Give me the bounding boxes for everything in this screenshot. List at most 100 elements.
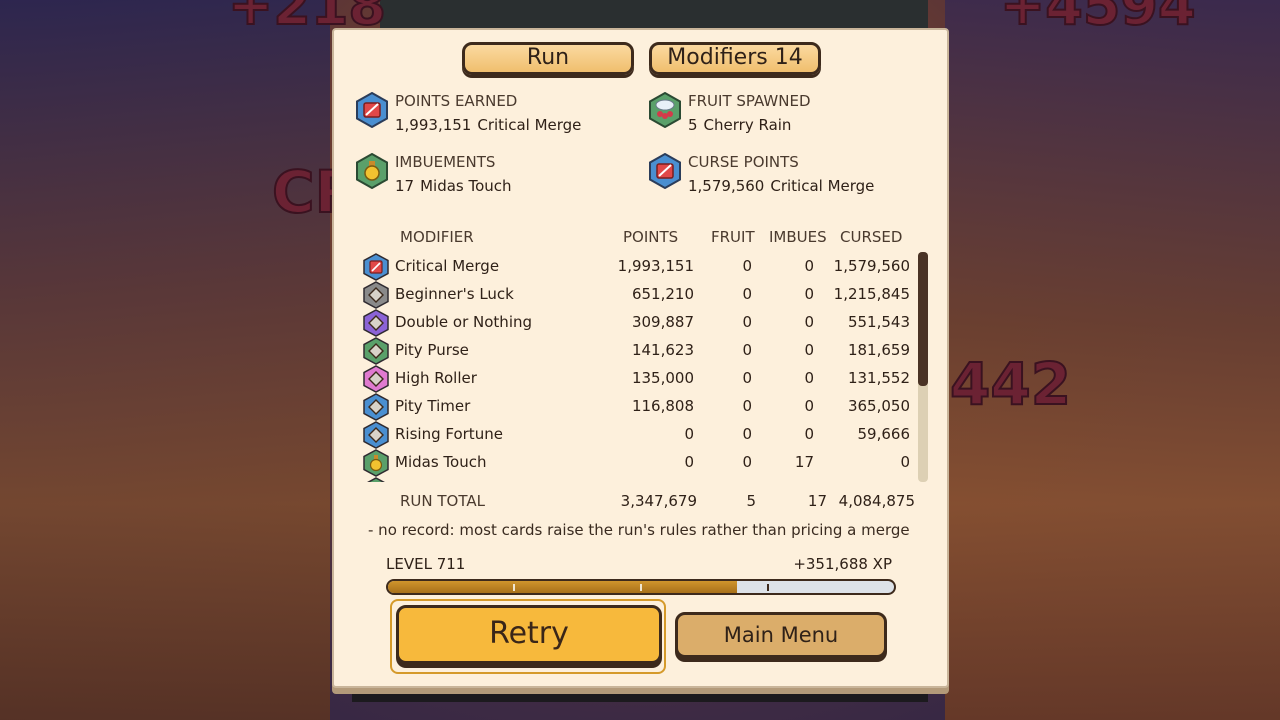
diamond-icon bbox=[363, 309, 389, 337]
modifier-cursed: 181,659 bbox=[847, 341, 910, 359]
modifier-imbues: 0 bbox=[804, 425, 814, 443]
modifier-name: High Roller bbox=[395, 369, 477, 387]
diamond-icon bbox=[363, 421, 389, 449]
modifier-fruit: 0 bbox=[742, 313, 752, 331]
diamond-icon bbox=[363, 281, 389, 309]
stat-value: 1,993,151 Critical Merge bbox=[395, 116, 582, 134]
modifier-points: 141,623 bbox=[631, 341, 694, 359]
modifier-name: Rising Fortune bbox=[395, 425, 503, 443]
retry-focus-ring: Retry bbox=[390, 599, 666, 674]
modifier-imbues: 0 bbox=[804, 397, 814, 415]
modifier-name: Double or Nothing bbox=[395, 313, 533, 331]
background-label-right: 442 bbox=[949, 349, 1072, 419]
table-row bbox=[358, 474, 918, 482]
modifier-imbues: 0 bbox=[804, 257, 814, 275]
modifier-name: Midas Touch bbox=[395, 453, 487, 471]
table-row: Pity Purse 141,623 0 0 181,659 bbox=[358, 334, 918, 365]
modifier-imbues: 0 bbox=[804, 341, 814, 359]
stat-label: IMBUEMENTS bbox=[395, 153, 496, 171]
table-row: Beginner's Luck 651,210 0 0 1,215,845 bbox=[358, 278, 918, 309]
modifier-fruit: 0 bbox=[742, 341, 752, 359]
run-total-fruit: 5 bbox=[746, 492, 756, 510]
tab-modifiers[interactable]: Modifiers 14 bbox=[649, 42, 821, 75]
xp-progress-fill bbox=[388, 581, 738, 593]
stat-value: 17 Midas Touch bbox=[395, 177, 512, 195]
record-note: - no record: most cards raise the run's … bbox=[368, 521, 910, 539]
modifier-points: 116,808 bbox=[631, 397, 694, 415]
run-total-imbues: 17 bbox=[807, 492, 827, 510]
level-label: LEVEL 711 bbox=[386, 555, 466, 573]
stat-value: 1,579,560 Critical Merge bbox=[688, 177, 875, 195]
modifier-fruit: 0 bbox=[742, 397, 752, 415]
modifier-imbues: 0 bbox=[804, 369, 814, 387]
modifier-cursed: 365,050 bbox=[847, 397, 910, 415]
table-row: Midas Touch 0 0 17 0 bbox=[358, 446, 918, 477]
table-row: Rising Fortune 0 0 0 59,666 bbox=[358, 418, 918, 449]
table-row: Double or Nothing 309,887 0 0 551,543 bbox=[358, 306, 918, 337]
modifier-name: Beginner's Luck bbox=[395, 285, 514, 303]
modifier-fruit: 0 bbox=[742, 285, 752, 303]
xp-tick bbox=[640, 584, 642, 591]
modifier-fruit: 0 bbox=[742, 453, 752, 471]
stat-label: FRUIT SPAWNED bbox=[688, 92, 811, 110]
xp-tick bbox=[767, 584, 769, 591]
modifier-cursed: 131,552 bbox=[847, 369, 910, 387]
sword-blue-hex-icon bbox=[649, 153, 681, 189]
xp-tick bbox=[513, 584, 515, 591]
modifier-name: Pity Timer bbox=[395, 397, 471, 415]
modifier-name: Critical Merge bbox=[395, 257, 500, 275]
stat-value: 5 Cherry Rain bbox=[688, 116, 792, 134]
run-total-cursed: 4,084,875 bbox=[838, 492, 915, 510]
diamond-icon bbox=[363, 337, 389, 365]
background-left-glow bbox=[0, 0, 330, 720]
column-header-cursed: CURSED bbox=[840, 228, 903, 246]
table-row: Critical Merge 1,993,151 0 0 1,579,560 bbox=[358, 250, 918, 281]
modifier-fruit: 0 bbox=[742, 369, 752, 387]
stat-label: CURSE POINTS bbox=[688, 153, 799, 171]
modifier-imbues: 0 bbox=[804, 285, 814, 303]
modifier-points: 135,000 bbox=[631, 369, 694, 387]
column-header-fruit: FRUIT bbox=[711, 228, 755, 246]
modifier-cursed: 0 bbox=[900, 453, 910, 471]
modifier-points: 651,210 bbox=[631, 285, 694, 303]
potion-icon bbox=[363, 449, 389, 477]
cherry-cloud-green-hex-icon bbox=[649, 92, 681, 128]
stat-label: POINTS EARNED bbox=[395, 92, 518, 110]
modifier-cursed: 551,543 bbox=[847, 313, 910, 331]
modifier-imbues: 17 bbox=[794, 453, 814, 471]
run-total-label: RUN TOTAL bbox=[400, 492, 485, 510]
column-header-modifier: MODIFIER bbox=[400, 228, 474, 246]
sword-blue-hex-icon bbox=[356, 92, 388, 128]
background-top-board bbox=[380, 0, 928, 30]
retry-button[interactable]: Retry bbox=[396, 605, 662, 664]
column-header-points: POINTS bbox=[623, 228, 679, 246]
run-summary-panel: Run Modifiers 14 POINTS EARNED 1,993,151… bbox=[332, 28, 949, 688]
modifier-cursed: 1,579,560 bbox=[833, 257, 910, 275]
modifier-fruit: 0 bbox=[742, 425, 752, 443]
modifier-list[interactable]: Critical Merge 1,993,151 0 0 1,579,560 Beginn… bbox=[358, 250, 918, 482]
modifier-name: Pity Purse bbox=[395, 341, 469, 359]
table-row: Pity Timer 116,808 0 0 365,050 bbox=[358, 390, 918, 421]
diamond-icon bbox=[367, 477, 385, 482]
modifier-points: 1,993,151 bbox=[617, 257, 694, 275]
modifier-points: 0 bbox=[684, 425, 694, 443]
table-row: High Roller 135,000 0 0 131,552 bbox=[358, 362, 918, 393]
modifier-cursed: 59,666 bbox=[857, 425, 911, 443]
modifier-points: 309,887 bbox=[631, 313, 694, 331]
run-total-points: 3,347,679 bbox=[620, 492, 697, 510]
modifier-fruit: 0 bbox=[742, 257, 752, 275]
modifier-imbues: 0 bbox=[804, 313, 814, 331]
xp-gain: +351,688 XP bbox=[793, 555, 892, 573]
tab-run[interactable]: Run bbox=[462, 42, 634, 75]
diamond-icon bbox=[363, 365, 389, 393]
modifier-points: 0 bbox=[684, 453, 694, 471]
scrollbar-thumb[interactable] bbox=[918, 252, 928, 386]
modifier-cursed: 1,215,845 bbox=[833, 285, 910, 303]
column-header-imbues: IMBUES bbox=[769, 228, 827, 246]
panel-shadow bbox=[352, 688, 928, 702]
sword-icon bbox=[363, 253, 389, 281]
main-menu-button[interactable]: Main Menu bbox=[675, 612, 887, 658]
background-score-popup-right: +4594 bbox=[999, 0, 1197, 38]
diamond-icon bbox=[363, 393, 389, 421]
xp-progress-bar bbox=[386, 579, 896, 595]
